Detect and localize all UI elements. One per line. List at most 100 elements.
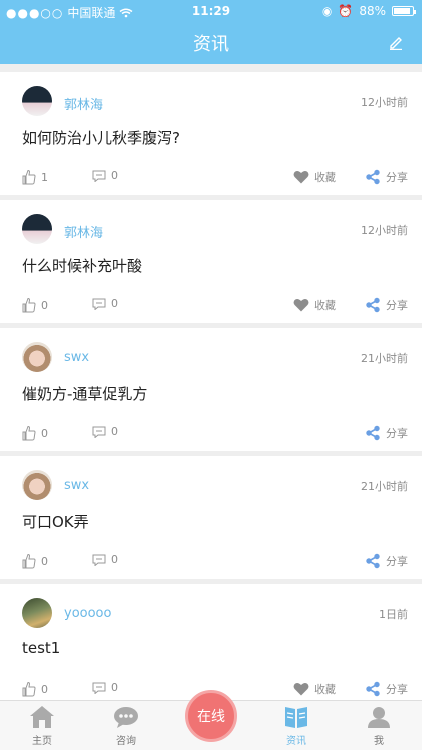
post-time: 12小时前: [361, 96, 408, 109]
like-button[interactable]: 0: [22, 425, 48, 441]
post-card[interactable]: yooooo 1日前 test1 0 0 收藏 分享: [0, 584, 422, 707]
user-icon: [368, 707, 390, 728]
avatar[interactable]: [22, 214, 52, 244]
like-count: 1: [41, 170, 48, 184]
tab-me-label: 我: [374, 736, 384, 747]
post-username[interactable]: swx: [64, 478, 89, 493]
comment-button[interactable]: 0: [92, 297, 118, 310]
avatar[interactable]: [22, 470, 52, 500]
tab-news-label: 资讯: [286, 736, 306, 747]
heart-icon: [293, 171, 309, 184]
like-button[interactable]: 1: [22, 169, 48, 185]
like-count: 0: [41, 426, 48, 440]
chat-icon: [114, 707, 138, 728]
like-button[interactable]: 0: [22, 681, 48, 697]
share-icon: [366, 425, 380, 441]
online-button[interactable]: 在线: [185, 690, 237, 742]
comment-count: 0: [111, 425, 118, 438]
post-title[interactable]: 什么时候补充叶酸: [22, 255, 142, 276]
post-time: 21小时前: [361, 352, 408, 365]
favorite-button[interactable]: 收藏: [293, 297, 336, 313]
post-username[interactable]: yooooo: [64, 606, 111, 621]
like-button[interactable]: 0: [22, 297, 48, 313]
battery-percent: 88%: [359, 4, 386, 18]
share-button[interactable]: 分享: [365, 681, 408, 697]
share-label: 分享: [386, 683, 408, 696]
post-title[interactable]: 如何防治小儿秋季腹泻?: [22, 127, 180, 148]
share-button[interactable]: 分享: [365, 297, 408, 313]
post-card[interactable]: 郭林海 12小时前 什么时候补充叶酸 0 0 收藏 分享: [0, 200, 422, 323]
favorite-button[interactable]: 收藏: [293, 169, 336, 185]
share-button[interactable]: 分享: [365, 169, 408, 185]
comment-count: 0: [111, 681, 118, 694]
favorite-button[interactable]: 收藏: [293, 681, 336, 697]
share-icon: [366, 553, 380, 569]
status-bar: ●●●○○ 中国联通 11:29 ◉ ⏰ 88%: [0, 0, 422, 22]
tab-news[interactable]: 资讯: [266, 705, 326, 747]
share-button[interactable]: 分享: [365, 553, 408, 569]
alarm-icon: ⏰: [338, 4, 354, 18]
tab-home[interactable]: 主页: [12, 705, 72, 747]
share-label: 分享: [386, 427, 408, 440]
post-title[interactable]: test1: [22, 639, 60, 657]
post-time: 21小时前: [361, 480, 408, 493]
share-label: 分享: [386, 555, 408, 568]
page-title: 资讯: [193, 34, 229, 55]
share-label: 分享: [386, 299, 408, 312]
post-title[interactable]: 催奶方-通草促乳方: [22, 383, 147, 404]
comment-icon: [92, 298, 106, 310]
comment-count: 0: [111, 169, 118, 182]
like-count: 0: [41, 298, 48, 312]
lock-rotation-icon: ◉: [321, 4, 333, 18]
thumb-up-icon: [22, 297, 36, 313]
top-header: ●●●○○ 中国联通 11:29 ◉ ⏰ 88% 资讯: [0, 0, 422, 64]
share-icon: [366, 681, 380, 697]
like-count: 0: [41, 554, 48, 568]
like-button[interactable]: 0: [22, 553, 48, 569]
comment-button[interactable]: 0: [92, 169, 118, 182]
edit-icon[interactable]: [388, 34, 404, 50]
comment-icon: [92, 170, 106, 182]
comment-icon: [92, 682, 106, 694]
share-icon: [366, 169, 380, 185]
comment-count: 0: [111, 553, 118, 566]
post-title[interactable]: 可口OK弄: [22, 511, 89, 532]
share-button[interactable]: 分享: [365, 425, 408, 441]
battery-icon: [392, 6, 416, 16]
news-feed: 郭林海 12小时前 如何防治小儿秋季腹泻? 1 0 收藏 分享 郭林海 12小时…: [0, 72, 422, 712]
comment-button[interactable]: 0: [92, 681, 118, 694]
home-icon: [30, 706, 54, 728]
favorite-label: 收藏: [314, 683, 336, 696]
post-time: 1日前: [379, 608, 408, 621]
share-icon: [366, 297, 380, 313]
thumb-up-icon: [22, 553, 36, 569]
favorite-label: 收藏: [314, 299, 336, 312]
comment-icon: [92, 554, 106, 566]
tab-consult[interactable]: 咨询: [96, 705, 156, 747]
favorite-label: 收藏: [314, 171, 336, 184]
tab-consult-label: 咨询: [116, 736, 136, 747]
post-card[interactable]: swx 21小时前 可口OK弄 0 0 分享: [0, 456, 422, 579]
comment-button[interactable]: 0: [92, 553, 118, 566]
thumb-up-icon: [22, 681, 36, 697]
comment-count: 0: [111, 297, 118, 310]
tab-me[interactable]: 我: [349, 705, 409, 747]
post-card[interactable]: swx 21小时前 催奶方-通草促乳方 0 0 分享: [0, 328, 422, 451]
avatar[interactable]: [22, 598, 52, 628]
comment-icon: [92, 426, 106, 438]
avatar[interactable]: [22, 86, 52, 116]
like-count: 0: [41, 682, 48, 696]
heart-icon: [293, 683, 309, 696]
news-icon: [285, 707, 307, 728]
post-username[interactable]: 郭林海: [64, 94, 103, 113]
thumb-up-icon: [22, 169, 36, 185]
avatar[interactable]: [22, 342, 52, 372]
heart-icon: [293, 299, 309, 312]
comment-button[interactable]: 0: [92, 425, 118, 438]
post-username[interactable]: swx: [64, 350, 89, 365]
post-card[interactable]: 郭林海 12小时前 如何防治小儿秋季腹泻? 1 0 收藏 分享: [0, 72, 422, 195]
post-time: 12小时前: [361, 224, 408, 237]
share-label: 分享: [386, 171, 408, 184]
post-username[interactable]: 郭林海: [64, 222, 103, 241]
tab-home-label: 主页: [32, 736, 52, 747]
